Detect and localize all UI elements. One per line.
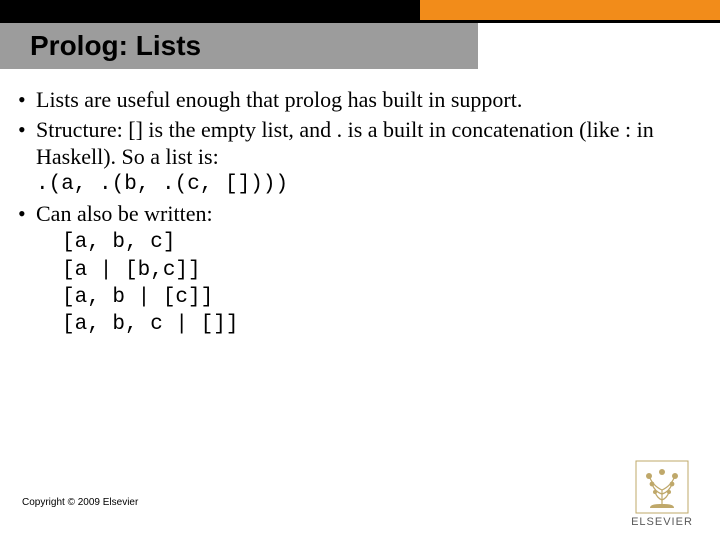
code-indent-wrap: [a, b, c] [a | [b,c]] [a, b | [c]] [a, b… bbox=[18, 229, 698, 338]
bullet-text: Structure: [] is the empty list, and . i… bbox=[36, 117, 654, 170]
bullet-text: Lists are useful enough that prolog has … bbox=[36, 87, 522, 112]
title-bar: Prolog: Lists bbox=[0, 23, 478, 69]
code-block: .(a, .(b, .(c, []))) bbox=[36, 171, 698, 198]
bullet-item: Structure: [] is the empty list, and . i… bbox=[18, 116, 698, 198]
publisher-logo: ELSEVIER bbox=[622, 460, 702, 528]
tree-icon bbox=[635, 460, 689, 514]
top-orange-bar bbox=[420, 0, 720, 20]
bullet-text: Can also be written: bbox=[36, 201, 213, 226]
slide-title: Prolog: Lists bbox=[30, 30, 201, 62]
slide: Prolog: Lists Lists are useful enough th… bbox=[0, 0, 720, 540]
copyright-text: Copyright © 2009 Elsevier bbox=[22, 497, 138, 508]
bullet-item: Can also be written: bbox=[18, 200, 698, 228]
bullet-item: Lists are useful enough that prolog has … bbox=[18, 86, 698, 114]
publisher-name: ELSEVIER bbox=[622, 516, 702, 528]
code-block: [a, b, c] [a | [b,c]] [a, b | [c]] [a, b… bbox=[62, 229, 698, 338]
content-area: Lists are useful enough that prolog has … bbox=[18, 86, 698, 338]
bullet-list: Lists are useful enough that prolog has … bbox=[18, 86, 698, 227]
